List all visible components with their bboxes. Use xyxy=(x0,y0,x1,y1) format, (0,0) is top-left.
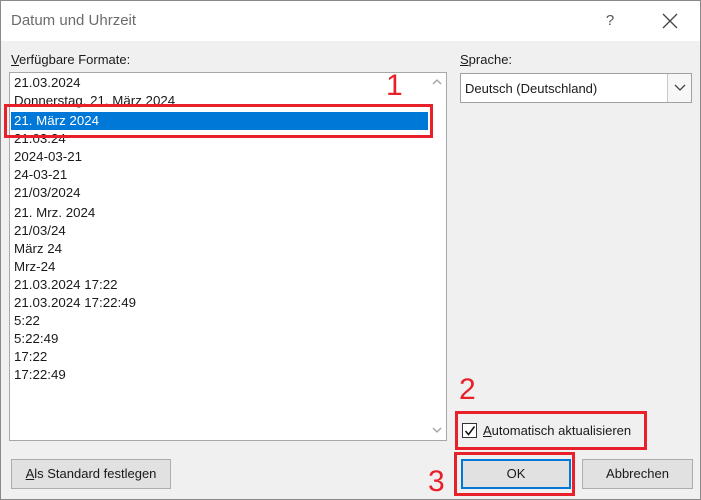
format-list-item[interactable]: 24-03-21 xyxy=(11,166,428,184)
format-list-item[interactable]: 21. März 2024 xyxy=(11,112,428,130)
format-list-item[interactable]: 5:22 xyxy=(11,312,428,330)
format-list-item[interactable]: Mrz-24 xyxy=(11,258,428,276)
language-select-value: Deutsch (Deutschland) xyxy=(465,81,598,96)
checkmark-icon xyxy=(464,426,476,436)
close-icon xyxy=(662,13,678,29)
annotation-marker-3: 3 xyxy=(428,465,445,498)
formats-label: Verfügbare Formate: xyxy=(11,52,131,67)
language-dropdown-button[interactable] xyxy=(667,74,691,102)
format-list-item[interactable]: 21/03/24 xyxy=(11,222,428,240)
format-list-item[interactable]: 21. Mrz. 2024 xyxy=(11,204,428,222)
format-list-item[interactable]: März 24 xyxy=(11,240,428,258)
language-select[interactable]: Deutsch (Deutschland) xyxy=(460,73,692,103)
language-label: Sprache: xyxy=(460,52,513,67)
scroll-down-arrow-icon[interactable] xyxy=(431,424,443,436)
format-list-item[interactable]: 21/03/2024 xyxy=(11,184,428,202)
format-list-item[interactable]: 2024-03-21 xyxy=(11,148,428,166)
dialog-title: Datum und Uhrzeit xyxy=(11,12,137,29)
annotation-marker-2: 2 xyxy=(459,373,476,406)
format-list-item[interactable]: 17:22 xyxy=(11,348,428,366)
format-list-item[interactable]: Donnerstag, 21. März 2024 xyxy=(11,92,428,110)
auto-update-label: Automatisch aktualisieren xyxy=(483,423,632,438)
format-list-item[interactable]: 21.03.2024 17:22 xyxy=(11,276,428,294)
title-bar: Datum und Uhrzeit ? xyxy=(1,1,700,41)
set-default-button[interactable]: Als Standard festlegen xyxy=(11,459,171,489)
annotation-marker-1: 1 xyxy=(386,69,403,102)
chevron-down-icon xyxy=(674,84,686,91)
date-time-dialog: Datum und Uhrzeit ? Verfügbare Formate: … xyxy=(0,0,701,500)
format-list-item[interactable]: 21.03.24 xyxy=(11,130,428,148)
format-list-item[interactable]: 21.03.2024 17:22:49 xyxy=(11,294,428,312)
auto-update-checkbox[interactable] xyxy=(462,423,477,438)
format-list-item[interactable]: 5:22:49 xyxy=(11,330,428,348)
formats-listbox[interactable]: 21.03.2024 Donnerstag, 21. März 2024 21. M… xyxy=(9,72,447,441)
format-list-item[interactable]: 17:22:49 xyxy=(11,366,428,384)
cancel-button[interactable]: Abbrechen xyxy=(582,459,693,489)
format-list-item[interactable]: 21.03.2024 xyxy=(11,74,428,92)
listbox-scrollbar[interactable] xyxy=(428,73,446,440)
scroll-up-arrow-icon[interactable] xyxy=(431,76,443,88)
ok-button[interactable]: OK xyxy=(461,459,571,489)
help-button[interactable]: ? xyxy=(591,5,629,37)
close-button[interactable] xyxy=(650,5,690,37)
